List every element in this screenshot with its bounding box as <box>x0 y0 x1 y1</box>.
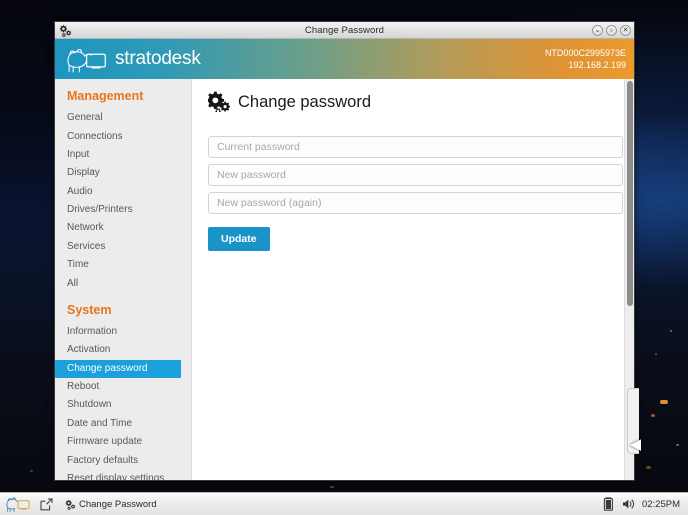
minimize-button[interactable]: ⌄ <box>592 24 603 36</box>
sidebar-item-shutdown[interactable]: Shutdown <box>55 396 191 414</box>
window-title: Change Password <box>304 24 385 36</box>
wallpaper-speck <box>651 414 655 417</box>
window-body: Management General Connections Input Dis… <box>55 79 634 480</box>
wallpaper-speck <box>30 470 33 472</box>
device-info: NTD000C2995973E 192.168.2.199 <box>545 47 626 72</box>
battery-icon[interactable] <box>602 497 615 511</box>
sidebar-item-input[interactable]: Input <box>55 146 191 164</box>
sidebar-item-connections[interactable]: Connections <box>55 127 191 145</box>
sidebar-item-general[interactable]: General <box>55 109 191 127</box>
page-heading-row: Change password <box>208 91 618 113</box>
sidebar-item-network[interactable]: Network <box>55 219 191 237</box>
sidebar-group-title-system: System <box>67 302 112 317</box>
sidebar-item-factory-defaults[interactable]: Factory defaults <box>55 451 191 469</box>
polar-bear-monitor-logo-icon <box>65 44 109 74</box>
window-titlebar[interactable]: Change Password ⌄ ○ ✕ <box>55 22 634 39</box>
sidebar-item-change-password[interactable]: Change password <box>55 359 181 378</box>
wallpaper-speck <box>670 330 672 332</box>
window-controls: ⌄ ○ ✕ <box>592 24 631 36</box>
wallpaper-speck <box>676 444 679 446</box>
sidebar-item-reset-display-settings[interactable]: Reset display settings <box>55 470 191 480</box>
settings-sidebar: Management General Connections Input Dis… <box>55 79 192 480</box>
update-button[interactable]: Update <box>208 227 270 251</box>
wallpaper-speck <box>646 466 651 469</box>
change-password-window: Change Password ⌄ ○ ✕ stratodesk NTD000C… <box>54 21 635 481</box>
sidebar-item-drives-printers[interactable]: Drives/Printers <box>55 201 191 219</box>
gears-icon <box>208 91 230 113</box>
taskbar: Change Password 02:25PM <box>0 492 688 515</box>
wallpaper-speck <box>655 353 657 355</box>
scrollbar-thumb[interactable] <box>627 81 633 306</box>
chevron-left-icon[interactable]: ◀ <box>629 437 641 452</box>
sidebar-group-title-management: Management <box>67 89 144 103</box>
maximize-button[interactable]: ○ <box>606 24 617 36</box>
wallpaper-speck <box>660 400 668 404</box>
sidebar-item-activation[interactable]: Activation <box>55 341 191 359</box>
page-title: Change password <box>238 92 371 111</box>
sidebar-item-services[interactable]: Services <box>55 238 191 256</box>
brand-header: stratodesk NTD000C2995973E 192.168.2.199 <box>55 39 634 79</box>
sidebar-item-date-and-time[interactable]: Date and Time <box>55 415 191 433</box>
wallpaper-speck <box>330 486 334 488</box>
sidebar-item-display[interactable]: Display <box>55 164 191 182</box>
new-password-again-input[interactable] <box>208 192 623 214</box>
taskbar-window-button-change-password[interactable]: Change Password <box>64 499 157 510</box>
desktop: Change Password ⌄ ○ ✕ stratodesk NTD000C… <box>0 0 688 515</box>
brand-wordmark: stratodesk <box>115 48 201 69</box>
volume-icon[interactable] <box>622 497 635 511</box>
new-password-input[interactable] <box>208 164 623 186</box>
taskbar-window-label: Change Password <box>79 498 157 510</box>
taskbar-clock[interactable]: 02:25PM <box>642 499 680 510</box>
polar-bear-logo-icon[interactable] <box>5 495 31 513</box>
sidebar-item-time[interactable]: Time <box>55 256 191 274</box>
sidebar-item-reboot[interactable]: Reboot <box>55 378 191 396</box>
sidebar-item-audio[interactable]: Audio <box>55 183 191 201</box>
launch-external-icon[interactable] <box>39 497 54 512</box>
sidebar-item-firmware-update[interactable]: Firmware update <box>55 433 191 451</box>
close-button[interactable]: ✕ <box>620 24 631 36</box>
gears-icon <box>64 499 76 510</box>
sidebar-item-information[interactable]: Information <box>55 323 191 341</box>
brand-logo-group: stratodesk <box>65 44 201 74</box>
device-hostname: NTD000C2995973E <box>544 47 626 58</box>
current-password-input[interactable] <box>208 136 623 158</box>
system-tray: 02:25PM <box>602 497 683 511</box>
device-ip-address: 192.168.2.199 <box>568 60 626 70</box>
main-content: Change password Update <box>192 79 634 480</box>
sidebar-item-all[interactable]: All <box>55 274 191 292</box>
